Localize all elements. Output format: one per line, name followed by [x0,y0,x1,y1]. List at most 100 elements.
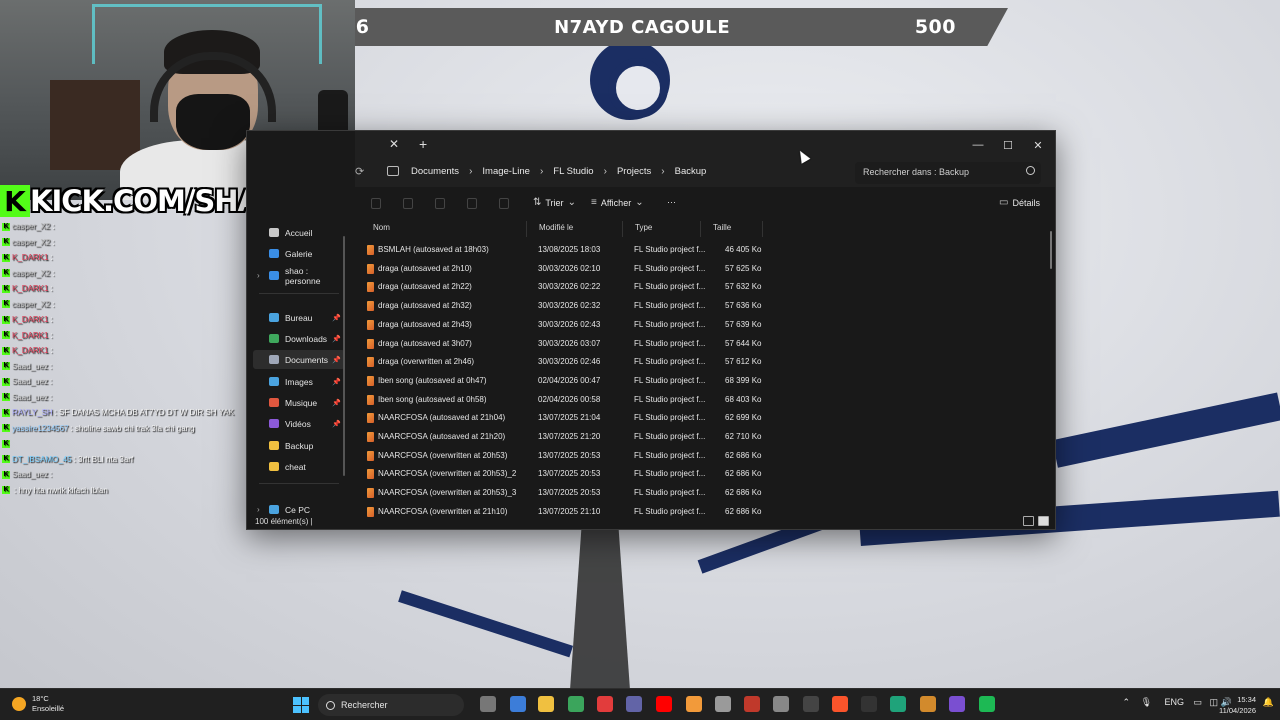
taskbar-app-icon[interactable] [949,696,965,712]
sidebar-item-documents[interactable]: Documents 📌 [253,350,345,369]
details-button[interactable]: ▭ Détails [999,197,1040,208]
chevron-right-icon[interactable]: › [257,271,260,280]
sidebar-item-musique[interactable]: Musique 📌 [253,393,345,412]
chat-username: K_DARK1 [12,330,49,340]
chevron-right-icon[interactable]: › [661,166,664,177]
address-bar[interactable]: ⟳ Documents › Image-Line › FL Studio › Project… [355,159,1055,187]
file-row[interactable]: BSMLAH (autosaved at 18h03) 13/08/2025 18… [363,241,763,260]
search-input[interactable]: Rechercher dans : Backup [855,162,1041,184]
tab-close-icon[interactable]: ✕ [389,137,399,151]
file-row[interactable]: draga (autosaved at 2h43) 30/03/2026 02:4… [363,316,763,335]
sort-button[interactable]: ⇅ Trier ⌄ [533,197,576,208]
sidebar-item-backup[interactable]: Backup [253,436,345,455]
chevron-up-icon[interactable]: ⌃ [1122,697,1130,708]
close-button[interactable]: ✕ [1023,131,1053,159]
taskbar-app-icon[interactable] [480,696,496,712]
language-indicator[interactable]: ENG [1164,697,1184,707]
sidebar-item-cheat[interactable]: cheat [253,457,345,476]
taskbar-app-icon[interactable] [920,696,936,712]
breadcrumb-item[interactable]: Projects [617,166,651,177]
minimize-button[interactable]: — [963,131,993,159]
microphone-icon[interactable]: 🎙 [1141,697,1152,708]
taskbar-app-icon[interactable] [510,696,526,712]
file-row[interactable]: draga (autosaved at 3h07) 30/03/2026 03:0… [363,335,763,354]
file-size: 57 632 Ko [725,282,762,292]
file-row[interactable]: NAARCFOSA (autosaved at 21h04) 13/07/2025… [363,409,763,428]
sidebar-item-shao-personne[interactable]: › shao : personne [253,266,345,286]
details-view-button[interactable] [1023,516,1034,526]
breadcrumb-item[interactable]: Backup [675,166,707,177]
chevron-right-icon[interactable]: › [469,166,472,177]
chrome-icon[interactable] [568,696,584,712]
taskbar-app-icon[interactable] [803,696,819,712]
taskbar-search[interactable]: Rechercher [318,694,464,716]
file-row[interactable]: NAARCFOSA (overwritten at 20h53)_2 13/07/… [363,465,763,484]
notification-icon[interactable]: 🔔 [1263,697,1274,708]
clock[interactable]: 15:34 11/04/2026 [1219,694,1256,716]
network-icon[interactable]: ◫ [1209,697,1218,708]
maximize-button[interactable]: ☐ [993,131,1023,159]
file-row[interactable]: draga (autosaved at 2h32) 30/03/2026 02:3… [363,297,763,316]
desktop-icon [269,313,279,322]
weather-widget[interactable]: 18°C Ensoleillé [12,694,64,714]
new-tab-button[interactable]: + [419,136,427,152]
taskbar-app-icon[interactable] [773,696,789,712]
sidebar-item-accueil[interactable]: Accueil [253,223,345,242]
file-row[interactable]: NAARCFOSA (autosaved at 21h20) 13/07/2025… [363,428,763,447]
sidebar-item-bureau[interactable]: Bureau 📌 [253,308,345,327]
spotify-icon[interactable] [979,696,995,712]
sidebar-item-label: Musique [285,397,318,408]
column-header-1[interactable]: Nom [363,221,527,237]
taskbar-app-icon[interactable] [861,696,877,712]
taskbar-app-icon[interactable] [890,696,906,712]
taskbar-search-label: Rechercher [341,700,388,710]
brave-icon[interactable] [832,696,848,712]
sidebar-item-images[interactable]: Images 📌 [253,372,345,391]
file-list-scrollbar[interactable] [1050,231,1052,269]
refresh-icon[interactable]: ⟳ [355,165,364,178]
sidebar-divider [259,483,339,484]
yin-yang-sun-graphic [590,40,670,120]
file-row[interactable]: draga (autosaved at 2h10) 30/03/2026 02:1… [363,260,763,279]
fl-studio-file-icon [367,413,374,424]
column-header-4[interactable]: Taille [703,221,763,237]
column-header-2[interactable]: Modifié le [529,221,623,237]
adobe-icon[interactable] [597,696,613,712]
file-row[interactable]: NAARCFOSA (overwritten at 21h10) 13/07/20… [363,503,763,517]
sidebar-item-downloads[interactable]: Downloads 📌 [253,329,345,348]
sidebar-scrollbar[interactable] [343,236,345,476]
file-row[interactable]: draga (overwritten at 2h46) 30/03/2026 02… [363,353,763,372]
this-pc-icon[interactable] [387,166,399,176]
chevron-right-icon[interactable]: › [540,166,543,177]
youtube-icon[interactable] [656,696,672,712]
file-explorer-icon[interactable] [538,696,554,712]
search-icon[interactable] [1026,166,1035,175]
column-header-3[interactable]: Type [625,221,701,237]
display-icon[interactable]: ▭ [1193,697,1202,708]
file-row[interactable]: draga (autosaved at 2h22) 30/03/2026 02:2… [363,278,763,297]
file-row[interactable]: NAARCFOSA (overwritten at 20h53)_3 13/07/… [363,484,763,503]
file-row[interactable]: NAARCFOSA (overwritten at 20h53) 13/07/20… [363,447,763,466]
teams-icon[interactable] [626,696,642,712]
view-button[interactable]: ≡ Afficher ⌄ [591,197,644,208]
explorer-tab[interactable]: ✕ [355,131,405,159]
view-label: Afficher [600,197,632,208]
taskbar-app-icon[interactable] [715,696,731,712]
view-icon: ≡ [591,197,597,208]
sidebar-item-vid-os[interactable]: Vidéos 📌 [253,414,345,433]
sidebar-item-galerie[interactable]: Galerie [253,244,345,263]
file-row[interactable]: Iben song (autosaved at 0h58) 02/04/2026 … [363,391,763,410]
chevron-right-icon[interactable]: › [604,166,607,177]
file-modified: 30/03/2026 02:22 [538,282,601,292]
file-row[interactable]: Iben song (autosaved at 0h47) 02/04/2026 … [363,372,763,391]
start-button[interactable] [293,697,309,713]
breadcrumb-item[interactable]: Documents [411,166,459,177]
more-options-button[interactable]: ··· [667,197,676,207]
breadcrumb-item[interactable]: Image-Line [482,166,530,177]
tiles-view-button[interactable] [1038,516,1049,526]
breadcrumb-item[interactable]: FL Studio [553,166,593,177]
fl-studio-icon[interactable] [686,696,702,712]
chevron-right-icon[interactable]: › [257,505,260,514]
taskbar-app-icon[interactable] [744,696,760,712]
wallpaper-branch [1052,392,1280,468]
